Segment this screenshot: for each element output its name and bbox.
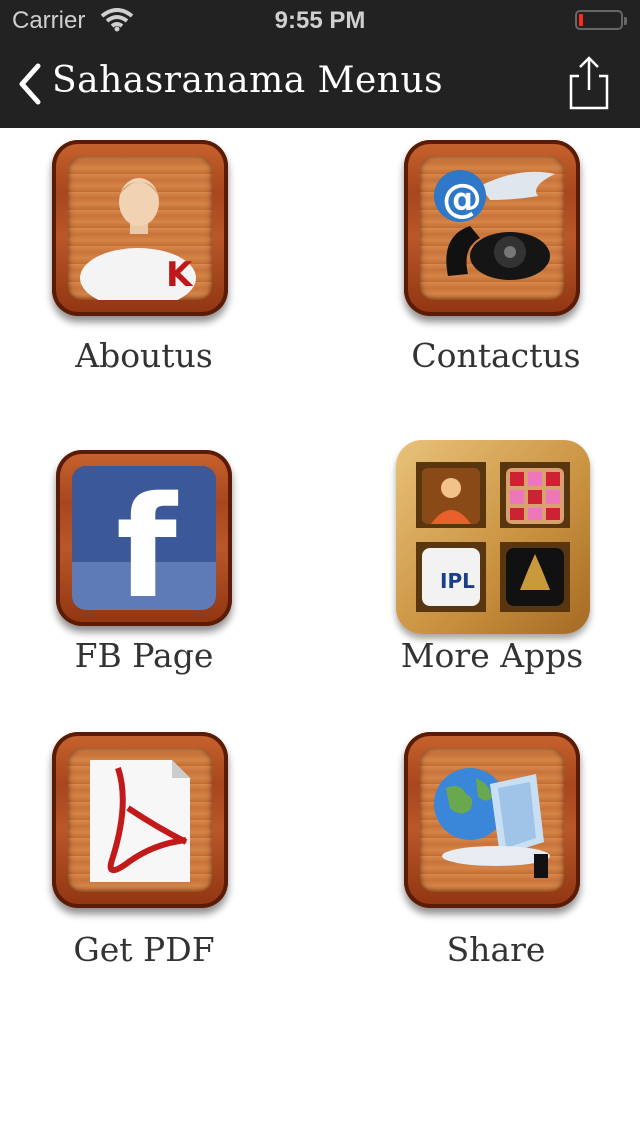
page-title: Sahasranama Menus (52, 60, 444, 101)
menu-item-share[interactable]: Share (366, 732, 626, 982)
more-apps-label: More Apps (400, 636, 584, 675)
more-apps-icon: IPL (396, 440, 590, 634)
svg-text:K: K (166, 255, 194, 295)
fb-page-label: FB Page (74, 636, 214, 675)
aboutus-icon: K (52, 140, 228, 316)
share-label: Share (446, 930, 546, 969)
battery-icon (575, 10, 627, 30)
menu-item-get-pdf[interactable]: Get PDF (14, 732, 274, 982)
share-button[interactable] (565, 54, 613, 112)
clock: 9:55 PM (274, 7, 366, 34)
share-icon (569, 56, 609, 110)
globe-folder-icon (404, 732, 580, 908)
contactus-icon: @ (404, 140, 580, 316)
navigation-bar: Sahasranama Menus (0, 40, 640, 128)
menu-item-contactus[interactable]: @ Contactus (366, 140, 626, 390)
menu-item-more-apps[interactable]: IPL More Apps (366, 440, 626, 690)
svg-text:IPL: IPL (440, 569, 475, 593)
facebook-icon: f (56, 450, 232, 626)
chevron-left-icon (19, 63, 41, 105)
status-bar: Carrier 9:55 PM (0, 0, 640, 40)
svg-text:f: f (116, 467, 179, 610)
menu-item-aboutus[interactable]: K Aboutus (14, 140, 274, 390)
pdf-icon (52, 732, 228, 908)
get-pdf-label: Get PDF (73, 930, 215, 969)
aboutus-label: Aboutus (75, 336, 213, 375)
back-button[interactable] (14, 60, 46, 108)
menu-item-fb-page[interactable]: f FB Page (14, 450, 274, 690)
contactus-label: Contactus (411, 336, 581, 375)
svg-text:@: @ (442, 176, 482, 222)
